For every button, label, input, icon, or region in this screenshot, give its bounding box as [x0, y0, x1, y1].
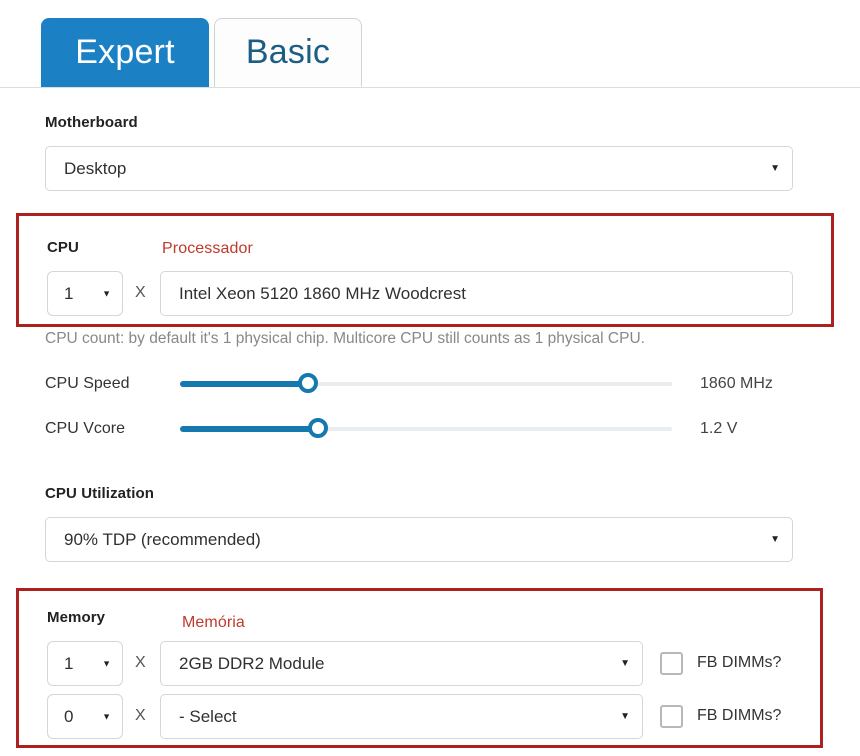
- memory-row-2-fbdimms-label: FB DIMMs?: [697, 707, 782, 724]
- tab-basic[interactable]: Basic: [214, 18, 362, 87]
- motherboard-select[interactable]: Desktop ▼: [45, 146, 793, 191]
- cpu-quantity-value: 1: [64, 283, 74, 303]
- memory-label: Memory: [47, 609, 106, 626]
- cpu-help-text: CPU count: by default it's 1 physical ch…: [45, 330, 645, 347]
- memory-row-1-module-value: 2GB DDR2 Module: [179, 653, 325, 673]
- memory-row-1-fbdimms-checkbox[interactable]: [660, 652, 683, 675]
- chevron-down-icon: ▼: [620, 657, 630, 669]
- tab-bar-underline: [0, 87, 860, 88]
- cpu-quantity-select[interactable]: 1 ▼: [47, 271, 123, 316]
- cpu-speed-slider[interactable]: [180, 372, 672, 396]
- chevron-down-icon: ▼: [102, 658, 111, 668]
- motherboard-label: Motherboard: [45, 114, 138, 131]
- memory-row-1-multiplier-separator: X: [135, 654, 146, 671]
- chevron-down-icon: ▼: [770, 533, 780, 545]
- memory-row-1-quantity-select[interactable]: 1 ▼: [47, 641, 123, 686]
- memory-row-1-module-select[interactable]: 2GB DDR2 Module ▼: [160, 641, 643, 686]
- chevron-down-icon: ▼: [770, 162, 780, 174]
- cpu-speed-slider-fill: [180, 381, 308, 387]
- tab-expert-label: Expert: [75, 33, 175, 71]
- cpu-model-value: Intel Xeon 5120 1860 MHz Woodcrest: [179, 283, 466, 303]
- tab-basic-label: Basic: [245, 33, 331, 71]
- memory-row-2-quantity-select[interactable]: 0 ▼: [47, 694, 123, 739]
- memory-row-2-module-select[interactable]: - Select ▼: [160, 694, 643, 739]
- memory-row-1-fbdimms-label: FB DIMMs?: [697, 654, 782, 671]
- cpu-vcore-value: 1.2 V: [700, 420, 738, 437]
- cpu-label: CPU: [47, 239, 79, 256]
- memory-annotation-text: Memória: [182, 614, 245, 631]
- cpu-utilization-select[interactable]: 90% TDP (recommended) ▼: [45, 517, 793, 562]
- cpu-utilization-label: CPU Utilization: [45, 485, 154, 502]
- memory-row-1-quantity-value: 1: [64, 653, 74, 673]
- tab-expert[interactable]: Expert: [41, 18, 209, 87]
- chevron-down-icon: ▼: [102, 711, 111, 721]
- chevron-down-icon: ▼: [620, 710, 630, 722]
- cpu-speed-slider-handle[interactable]: [297, 373, 318, 393]
- memory-row-2-module-value: - Select: [179, 706, 237, 726]
- cpu-vcore-slider-handle[interactable]: [307, 418, 328, 438]
- memory-row-2-multiplier-separator: X: [135, 707, 146, 724]
- cpu-vcore-label: CPU Vcore: [45, 420, 126, 437]
- tab-bar: Expert Basic: [0, 18, 860, 88]
- cpu-vcore-slider[interactable]: [180, 417, 672, 441]
- memory-row-2-fbdimms-checkbox[interactable]: [660, 705, 683, 728]
- cpu-speed-value: 1860 MHz: [700, 375, 773, 392]
- cpu-multiplier-separator: X: [135, 284, 146, 301]
- cpu-vcore-slider-fill: [180, 426, 318, 432]
- motherboard-select-value: Desktop: [64, 158, 127, 178]
- memory-row-2-quantity-value: 0: [64, 706, 74, 726]
- cpu-utilization-value: 90% TDP (recommended): [64, 529, 261, 549]
- cpu-speed-label: CPU Speed: [45, 375, 130, 392]
- cpu-model-input[interactable]: Intel Xeon 5120 1860 MHz Woodcrest: [160, 271, 793, 316]
- chevron-down-icon: ▼: [102, 288, 111, 298]
- cpu-annotation-text: Processador: [162, 240, 253, 257]
